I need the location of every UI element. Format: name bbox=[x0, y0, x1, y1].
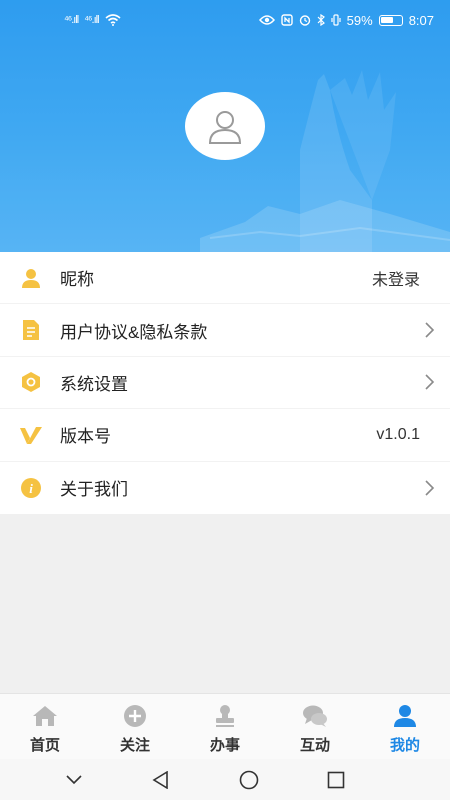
collapse-icon[interactable] bbox=[59, 765, 89, 795]
menu-item-label: 用户协议&隐私条款 bbox=[60, 322, 208, 342]
bottom-tab-bar: 首页 关注 办事 互动 我的 bbox=[0, 693, 450, 759]
vibrate-icon bbox=[331, 14, 341, 26]
tab-interaction[interactable]: 互动 bbox=[270, 694, 360, 759]
chat-icon bbox=[302, 704, 328, 728]
home-circle-icon[interactable] bbox=[234, 765, 264, 795]
chevron-right-icon bbox=[425, 322, 435, 338]
status-bar: ⁴⁶.ıll ⁴⁶.ıll 59% 8:07 bbox=[0, 0, 450, 40]
tab-home[interactable]: 首页 bbox=[0, 694, 90, 759]
user-avatar[interactable] bbox=[185, 92, 265, 160]
alarm-icon bbox=[299, 15, 310, 26]
menu-item-label: 版本号 bbox=[60, 427, 111, 447]
battery-icon bbox=[378, 14, 403, 26]
nfc-icon bbox=[280, 14, 293, 26]
bluetooth-icon bbox=[317, 14, 325, 26]
profile-header: ⁴⁶.ıll ⁴⁶.ıll 59% 8:07 bbox=[0, 0, 450, 252]
chevron-right-icon bbox=[425, 374, 435, 391]
version-value: v1.0.1 bbox=[376, 425, 420, 443]
back-icon[interactable] bbox=[146, 765, 176, 795]
signal-icon: ⁴⁶.ıll bbox=[64, 14, 79, 26]
tab-label: 办事 bbox=[209, 737, 240, 754]
document-icon bbox=[18, 317, 44, 343]
menu-item-label: 关于我们 bbox=[60, 480, 128, 500]
recents-icon[interactable] bbox=[321, 765, 351, 795]
menu-item-nickname[interactable]: 昵称 未登录 bbox=[0, 252, 450, 305]
menu-item-about-us[interactable]: i 关于我们 bbox=[0, 462, 450, 514]
svg-text:i: i bbox=[29, 481, 33, 496]
stamp-icon bbox=[212, 704, 238, 728]
system-navigation-bar bbox=[0, 759, 450, 800]
user-avatar-icon bbox=[208, 111, 242, 144]
menu-item-user-agreement[interactable]: 用户协议&隐私条款 bbox=[0, 304, 450, 357]
version-v-icon bbox=[18, 422, 44, 448]
tab-label: 我的 bbox=[389, 737, 420, 754]
home-icon bbox=[32, 704, 58, 728]
chevron-right-icon bbox=[425, 480, 435, 496]
menu-item-label: 昵称 bbox=[60, 270, 94, 290]
tab-label: 互动 bbox=[299, 737, 330, 754]
tab-follow[interactable]: 关注 bbox=[90, 694, 180, 759]
login-status-value: 未登录 bbox=[371, 271, 420, 289]
wifi-icon bbox=[105, 14, 121, 26]
tab-services[interactable]: 办事 bbox=[180, 694, 270, 759]
profile-icon bbox=[392, 704, 418, 728]
menu-item-version[interactable]: 版本号 v1.0.1 bbox=[0, 409, 450, 462]
tab-label: 首页 bbox=[29, 737, 60, 754]
signal-icon: ⁴⁶.ıll bbox=[84, 14, 99, 26]
tab-mine[interactable]: 我的 bbox=[360, 694, 450, 759]
eye-icon bbox=[258, 15, 275, 25]
plus-circle-icon bbox=[122, 704, 148, 728]
clock-time: 8:07 bbox=[408, 12, 434, 28]
settings-hex-icon bbox=[18, 369, 44, 395]
info-icon: i bbox=[18, 475, 44, 501]
menu-item-system-settings[interactable]: 系统设置 bbox=[0, 357, 450, 410]
tab-label: 关注 bbox=[119, 737, 150, 754]
person-icon bbox=[18, 265, 44, 291]
battery-percent: 59% bbox=[346, 12, 373, 28]
menu-item-label: 系统设置 bbox=[60, 374, 128, 394]
settings-menu: 昵称 未登录 用户协议&隐私条款 系统设置 版本号 v1.0.1 i 关于我们 bbox=[0, 252, 450, 514]
